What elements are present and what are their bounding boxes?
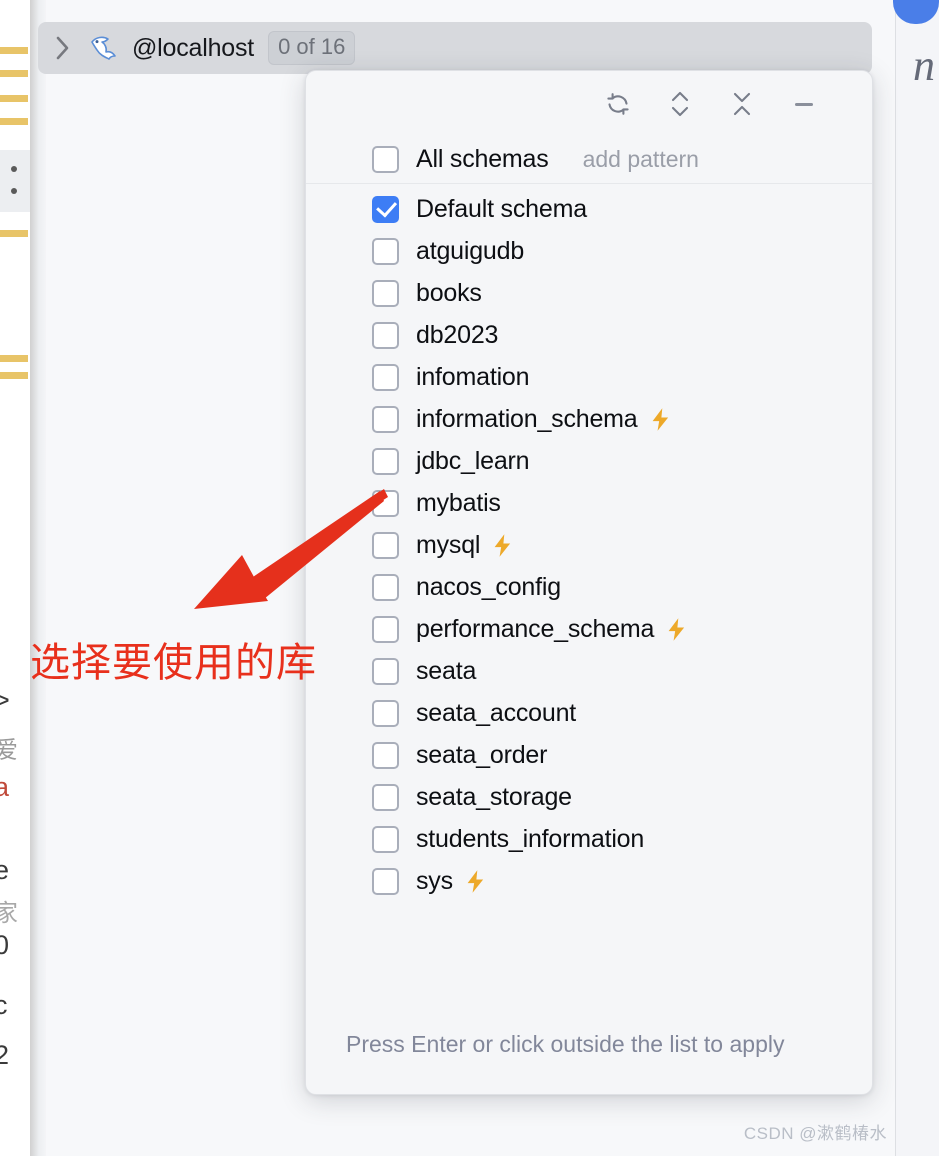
schema-label: information_schema xyxy=(416,404,638,433)
schema-row[interactable]: jdbc_learn xyxy=(306,440,872,482)
schema-label: mysql xyxy=(416,530,481,559)
schema-row[interactable]: books xyxy=(306,272,872,314)
csdn-watermark: CSDN @漱鹤椿水 xyxy=(743,1124,887,1143)
schema-checkbox[interactable] xyxy=(372,195,399,223)
collapse-icon[interactable] xyxy=(726,88,758,120)
minus-icon[interactable] xyxy=(788,88,820,120)
schema-label: seata_order xyxy=(416,740,548,769)
schema-list: Default schema atguigudb books db2023 infoma… xyxy=(306,184,872,1029)
schema-checkbox[interactable] xyxy=(372,867,399,895)
schema-checkbox[interactable] xyxy=(372,447,399,475)
schema-checkbox[interactable] xyxy=(372,405,399,433)
lightning-bolt-icon xyxy=(647,406,674,433)
chevron-right-icon[interactable] xyxy=(50,35,76,61)
all-schemas-label: All schemas xyxy=(416,145,549,173)
schema-row[interactable]: seata_order xyxy=(306,734,872,776)
schema-checkbox[interactable] xyxy=(372,741,399,769)
schema-checkbox[interactable] xyxy=(372,237,399,265)
chevron-up-down-icon[interactable] xyxy=(664,88,696,120)
schema-row[interactable]: nacos_config xyxy=(306,566,872,608)
editor-code-remnants: > 爱 a e 家 0 c 2 xyxy=(0,685,18,1070)
blue-badge xyxy=(893,0,939,24)
schema-count-badge: 0 of 16 xyxy=(268,31,356,65)
schema-checkbox[interactable] xyxy=(372,573,399,601)
schema-checkbox[interactable] xyxy=(372,615,399,643)
schema-row[interactable]: mysql xyxy=(306,524,872,566)
lightning-bolt-icon xyxy=(489,532,516,559)
schema-row[interactable]: atguigudb xyxy=(306,230,872,272)
schema-checkbox[interactable] xyxy=(372,531,399,559)
popup-toolbar xyxy=(306,71,872,136)
schema-row[interactable]: infomation xyxy=(306,356,872,398)
schema-label: infomation xyxy=(416,362,530,391)
right-tool-panel: n xyxy=(893,0,939,1156)
background-letter: n xyxy=(913,41,935,90)
schema-row[interactable]: performance_schema xyxy=(306,608,872,650)
schema-label: performance_schema xyxy=(416,614,655,643)
connection-title: @localhost xyxy=(132,33,255,62)
schema-label: atguigudb xyxy=(416,236,525,265)
schema-label: seata xyxy=(416,656,477,685)
popup-footer: Press Enter or click outside the list to… xyxy=(306,1029,872,1094)
editor-edge-shadow xyxy=(30,0,46,1156)
all-schemas-row[interactable]: All schemas add pattern xyxy=(306,136,872,184)
apply-hint: Press Enter or click outside the list to… xyxy=(346,1031,785,1057)
lightning-bolt-icon xyxy=(663,616,690,643)
schema-checkbox[interactable] xyxy=(372,279,399,307)
schema-label: books xyxy=(416,278,482,307)
schema-row[interactable]: mybatis xyxy=(306,482,872,524)
add-pattern-link[interactable]: add pattern xyxy=(583,146,699,173)
schema-label: mybatis xyxy=(416,488,501,517)
schema-label: nacos_config xyxy=(416,572,561,601)
schema-checkbox[interactable] xyxy=(372,321,399,349)
schema-label: Default schema xyxy=(416,194,587,223)
schema-selector-bar[interactable]: @localhost 0 of 16 xyxy=(38,22,872,74)
schema-checkbox[interactable] xyxy=(372,363,399,391)
schema-chooser-popup: All schemas add pattern Default schema at… xyxy=(305,70,873,1095)
all-schemas-checkbox[interactable] xyxy=(372,146,399,173)
refresh-icon[interactable] xyxy=(602,88,634,120)
mysql-dolphin-icon xyxy=(86,33,120,63)
screen: > 爱 a e 家 0 c 2 n @localhost 0 of 16 All… xyxy=(0,0,939,1156)
schema-label: seata_account xyxy=(416,698,577,727)
schema-checkbox[interactable] xyxy=(372,825,399,853)
schema-row[interactable]: seata_storage xyxy=(306,776,872,818)
schema-row[interactable]: Default schema xyxy=(306,188,872,230)
annotation-label: 选择要使用的库 xyxy=(30,640,317,686)
schema-row[interactable]: sys xyxy=(306,860,872,902)
lightning-bolt-icon xyxy=(462,868,489,895)
schema-checkbox[interactable] xyxy=(372,489,399,517)
schema-checkbox[interactable] xyxy=(372,699,399,727)
schema-row[interactable]: seata_account xyxy=(306,692,872,734)
schema-checkbox[interactable] xyxy=(372,657,399,685)
schema-checkbox[interactable] xyxy=(372,783,399,811)
schema-label: students_information xyxy=(416,824,645,853)
schema-row[interactable]: db2023 xyxy=(306,314,872,356)
schema-label: jdbc_learn xyxy=(416,446,530,475)
schema-row[interactable]: information_schema xyxy=(306,398,872,440)
schema-label: db2023 xyxy=(416,320,499,349)
schema-row[interactable]: students_information xyxy=(306,818,872,860)
schema-label: sys xyxy=(416,866,453,895)
schema-row[interactable]: seata xyxy=(306,650,872,692)
schema-label: seata_storage xyxy=(416,782,572,811)
